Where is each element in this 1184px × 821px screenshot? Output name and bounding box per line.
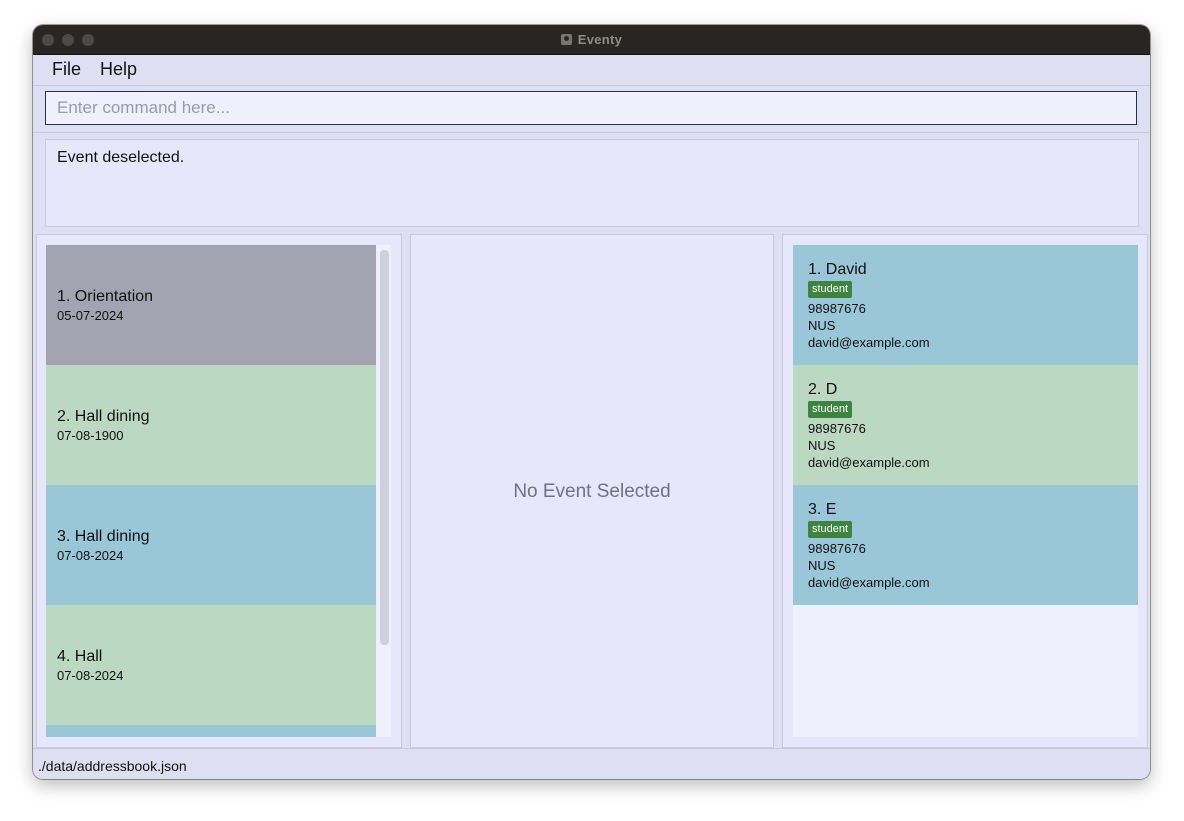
window-title: Eventy [577, 32, 623, 47]
contact-list[interactable]: 1. David student 98987676 NUS david@exam… [793, 245, 1138, 737]
menu-bar: File Help [33, 55, 1150, 86]
event-date: 07-08-1900 [57, 428, 124, 443]
contact-card-3[interactable]: 3. E student 98987676 NUS david@example.… [793, 485, 1138, 605]
contact-email: david@example.com [808, 575, 930, 590]
contact-address: NUS [808, 318, 836, 333]
event-list-scrollbar[interactable] [380, 250, 389, 645]
event-card-2[interactable]: 2. Hall dining 07-08-1900 [46, 365, 376, 485]
event-list-panel: 1. Orientation 05-07-2024 2. Hall dining… [36, 234, 402, 748]
window-title-group: Eventy [33, 25, 1150, 54]
event-card-4[interactable]: 4. Hall 07-08-2024 [46, 605, 376, 725]
tag-badge: student [808, 281, 853, 298]
tag-badge: student [808, 521, 853, 538]
event-title: 3. Hall dining [57, 528, 150, 545]
contact-card-1[interactable]: 1. David student 98987676 NUS david@exam… [793, 245, 1138, 365]
event-card-3[interactable]: 3. Hall dining 07-08-2024 [46, 485, 376, 605]
menu-help[interactable]: Help [100, 59, 137, 80]
result-display: Event deselected. [45, 139, 1139, 227]
contact-email: david@example.com [808, 335, 930, 350]
contact-name: 2. D [808, 381, 838, 398]
data-file-path: ./data/addressbook.json [38, 758, 187, 774]
event-date: 07-08-2024 [57, 548, 124, 563]
contact-card-2[interactable]: 2. D student 98987676 NUS david@example.… [793, 365, 1138, 485]
status-bar: ./data/addressbook.json [33, 748, 1150, 779]
app-window: Eventy File Help Event deselected. 1. Or… [33, 25, 1150, 779]
event-date: 07-08-2024 [57, 668, 124, 683]
contact-phone: 98987676 [808, 301, 866, 316]
contact-address: NUS [808, 558, 836, 573]
contact-address: NUS [808, 438, 836, 453]
event-card-1[interactable]: 1. Orientation 05-07-2024 [46, 245, 376, 365]
contact-name: 3. E [808, 501, 837, 518]
contact-list-panel: 1. David student 98987676 NUS david@exam… [782, 234, 1148, 748]
title-bar: Eventy [33, 25, 1150, 55]
no-event-placeholder: No Event Selected [513, 481, 671, 502]
result-message: Event deselected. [57, 149, 185, 166]
contact-phone: 98987676 [808, 541, 866, 556]
command-input[interactable] [46, 92, 1136, 124]
event-detail-panel: No Event Selected [410, 234, 774, 748]
event-card-5-partial[interactable] [46, 725, 376, 737]
menu-file[interactable]: File [52, 59, 81, 80]
command-box [45, 91, 1137, 125]
contact-phone: 98987676 [808, 421, 866, 436]
event-title: 1. Orientation [57, 288, 154, 305]
contact-email: david@example.com [808, 455, 930, 470]
contact-name: 1. David [808, 261, 867, 278]
event-list[interactable]: 1. Orientation 05-07-2024 2. Hall dining… [46, 245, 391, 737]
divider [33, 132, 1150, 133]
app-icon [560, 34, 572, 45]
event-title: 2. Hall dining [57, 408, 150, 425]
event-date: 05-07-2024 [57, 308, 124, 323]
event-title: 4. Hall [57, 648, 103, 665]
tag-badge: student [808, 401, 853, 418]
